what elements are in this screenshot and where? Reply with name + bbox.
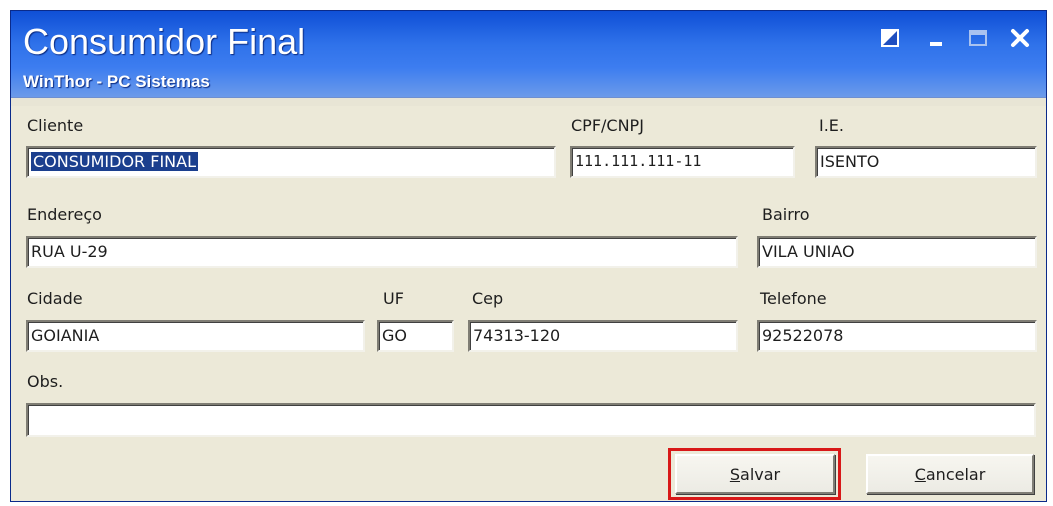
salvar-label: Salvar <box>729 464 781 484</box>
maximize-button[interactable] <box>965 25 991 51</box>
cpf-cnpj-label: CPF/CNPJ <box>571 116 644 135</box>
uf-value: GO <box>382 326 407 345</box>
cep-label: Cep <box>472 289 504 308</box>
ie-value: ISENTO <box>820 152 880 171</box>
cancelar-button[interactable]: Cancelar <box>866 454 1034 494</box>
bairro-label: Bairro <box>762 205 810 224</box>
consumidor-final-dialog: Consumidor Final WinThor - PC Sistemas C… <box>10 10 1047 502</box>
close-button[interactable] <box>1007 25 1033 51</box>
salvar-button[interactable]: Salvar <box>675 454 835 494</box>
uf-label: UF <box>383 289 404 308</box>
minimize-icon <box>930 42 942 46</box>
ie-label: I.E. <box>819 116 844 135</box>
obs-input[interactable] <box>26 403 1036 437</box>
form-area: Cliente CONSUMIDOR FINAL CPF/CNPJ 111.11… <box>11 106 1046 501</box>
cep-input[interactable]: 74313-120 <box>468 320 738 352</box>
cliente-value: CONSUMIDOR FINAL <box>31 152 198 171</box>
telefone-input[interactable]: 92522078 <box>757 320 1037 352</box>
ie-input[interactable]: ISENTO <box>815 146 1037 178</box>
endereco-input[interactable]: RUA U-29 <box>26 236 738 268</box>
cpf-cnpj-input[interactable]: 111.111.111-11 <box>570 146 795 178</box>
cidade-input[interactable]: GOIANIA <box>26 320 365 352</box>
telefone-label: Telefone <box>760 289 827 308</box>
telefone-value: 92522078 <box>762 326 844 345</box>
window-subtitle: WinThor - PC Sistemas <box>23 72 210 91</box>
close-icon <box>1011 29 1029 47</box>
restore-icon <box>881 29 899 47</box>
uf-input[interactable]: GO <box>377 320 454 352</box>
cidade-label: Cidade <box>27 289 83 308</box>
bairro-value: VILA UNIAO <box>762 242 855 261</box>
cliente-label: Cliente <box>27 116 84 135</box>
minimize-button[interactable] <box>923 25 949 51</box>
cidade-value: GOIANIA <box>31 326 100 345</box>
endereco-label: Endereço <box>27 205 102 224</box>
cep-value: 74313-120 <box>473 326 561 345</box>
restore-button[interactable] <box>877 25 903 51</box>
window-title: Consumidor Final <box>23 21 306 62</box>
cancelar-label: Cancelar <box>914 464 986 484</box>
maximize-icon <box>969 30 987 46</box>
cliente-input[interactable]: CONSUMIDOR FINAL <box>26 146 556 178</box>
cpf-cnpj-value: 111.111.111-11 <box>575 152 702 170</box>
endereco-value: RUA U-29 <box>31 242 108 261</box>
title-bar[interactable]: Consumidor Final WinThor - PC Sistemas <box>11 11 1046 106</box>
bairro-input[interactable]: VILA UNIAO <box>757 236 1037 268</box>
obs-label: Obs. <box>27 372 64 391</box>
